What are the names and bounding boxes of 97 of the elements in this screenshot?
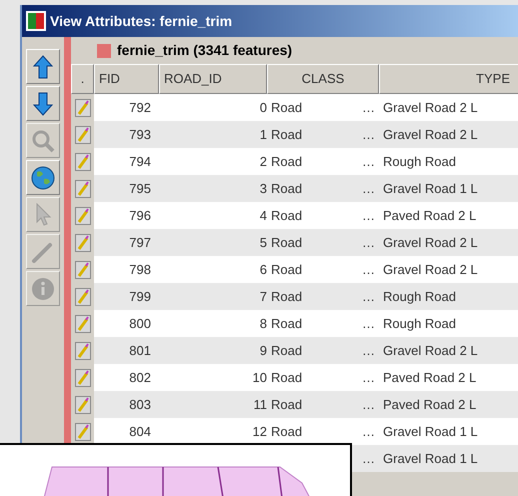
table-cell-text: 10 [252, 368, 267, 387]
table-cell-text: Road [271, 152, 302, 171]
table-cell-text: Road [271, 396, 302, 414]
table-cell-text: 793 [129, 126, 151, 144]
table-cell-text: Road [271, 126, 302, 144]
truncation-mark: … [362, 450, 375, 468]
table-cell-text: 5 [260, 234, 267, 252]
truncation-mark: … [362, 342, 375, 360]
table-cell-text: Rough Road [383, 152, 456, 171]
table-cell-text: Gravel Road 1 L [383, 450, 478, 468]
table-cell-text: 2 [260, 152, 267, 171]
table-cell-text: Road [271, 288, 302, 306]
table-cell-text: Gravel Road 1 L [383, 422, 478, 441]
table-cell-text: Rough Road [383, 288, 456, 306]
table-cell-text: 804 [129, 422, 151, 441]
pencil-icon [74, 368, 90, 386]
table-cell-text: 3 [260, 180, 267, 198]
table-cell-text: 802 [129, 368, 151, 387]
down-arrow-icon [33, 92, 53, 116]
table-cell-text: Gravel Road 2 L [383, 98, 478, 117]
layer-title: fernie_trim (3341 features) [117, 41, 292, 60]
pencil-icon [74, 314, 90, 332]
table-cell-text: Gravel Road 2 L [383, 260, 478, 279]
search-icon [31, 128, 55, 152]
truncation-mark: … [362, 396, 375, 414]
column-header[interactable]: FID [94, 64, 159, 94]
table-cell-text: 803 [129, 396, 151, 414]
window-title: View Attributes: fernie_trim [50, 12, 232, 30]
column-header[interactable]: . [71, 64, 94, 94]
column-header[interactable]: ROAD_ID [159, 64, 267, 94]
table-cell-text: Paved Road 2 L [383, 206, 476, 225]
table-cell-text: 1 [260, 126, 267, 144]
pencil-icon [74, 396, 90, 414]
truncation-mark: … [362, 422, 375, 441]
truncation-mark: … [362, 234, 375, 252]
table-cell-text: Road [271, 180, 302, 198]
truncation-mark: … [362, 98, 375, 117]
pencil-icon [74, 342, 90, 360]
tool-button[interactable] [26, 86, 60, 121]
truncation-mark: … [362, 288, 375, 306]
up-arrow-icon [33, 54, 53, 78]
table-cell-text: Road [271, 342, 302, 360]
table-cell-text: 796 [129, 206, 151, 225]
truncation-mark: … [362, 368, 375, 387]
truncation-mark: … [362, 206, 375, 225]
info-icon [31, 276, 55, 300]
pencil-icon [74, 260, 90, 278]
table-cell-text: 795 [129, 180, 151, 198]
table-cell-text: 9 [260, 342, 267, 360]
table-cell-text: 8 [260, 314, 267, 333]
table-cell-text: 798 [129, 260, 151, 279]
table-cell-text: Road [271, 314, 302, 333]
pencil-icon [74, 152, 90, 170]
pointer-icon [34, 202, 52, 226]
pencil-icon [74, 126, 90, 144]
table-cell-text: 11 [254, 396, 267, 414]
truncation-mark: … [362, 152, 375, 171]
truncation-mark: … [362, 260, 375, 279]
column-header[interactable]: TYPE [379, 64, 518, 94]
table-cell-text: 6 [260, 260, 267, 279]
pencil-icon [74, 288, 90, 306]
app-logo-icon [26, 11, 46, 31]
table-cell-text: Road [271, 206, 302, 225]
table-cell-text: 7 [260, 288, 267, 306]
table-cell-text: 799 [129, 288, 151, 306]
table-cell-text: Gravel Road 2 L [383, 126, 478, 144]
table-cell-text: Road [271, 98, 302, 117]
table-cell-text: 797 [129, 234, 151, 252]
table-cell-text: Gravel Road 2 L [383, 234, 478, 252]
table-cell-text: 4 [260, 206, 267, 225]
pencil-icon [74, 98, 90, 116]
truncation-mark: … [362, 180, 375, 198]
truncation-mark: … [362, 126, 375, 144]
table-cell-text: Road [271, 260, 302, 279]
tool-button[interactable] [26, 160, 60, 195]
table-cell-text: 792 [129, 98, 151, 117]
table-cell-text: Road [271, 368, 302, 387]
pencil-icon [74, 206, 90, 224]
column-header[interactable]: CLASS [267, 64, 379, 94]
table-cell-text: Paved Road 2 L [383, 368, 476, 387]
table-cell-text: Gravel Road 2 L [383, 342, 478, 360]
tool-button[interactable] [26, 49, 60, 84]
table-cell-text: Road [271, 422, 302, 441]
globe-icon [31, 166, 55, 190]
table-cell-text: 800 [129, 314, 151, 333]
table-cell-text: 794 [129, 152, 151, 171]
pencil-icon [74, 422, 90, 440]
table-cell-text: 0 [260, 98, 267, 117]
table-cell-text: Road [271, 234, 302, 252]
pencil-icon [74, 180, 90, 198]
table-cell-text: 12 [252, 422, 267, 441]
table-cell-text: 801 [129, 342, 151, 360]
table-cell-text: Gravel Road 1 L [383, 180, 478, 198]
table-cell-text: Rough Road [383, 314, 456, 333]
pencil-icon [74, 234, 90, 252]
table-cell-text: Paved Road 2 L [383, 396, 476, 414]
truncation-mark: … [362, 314, 375, 333]
